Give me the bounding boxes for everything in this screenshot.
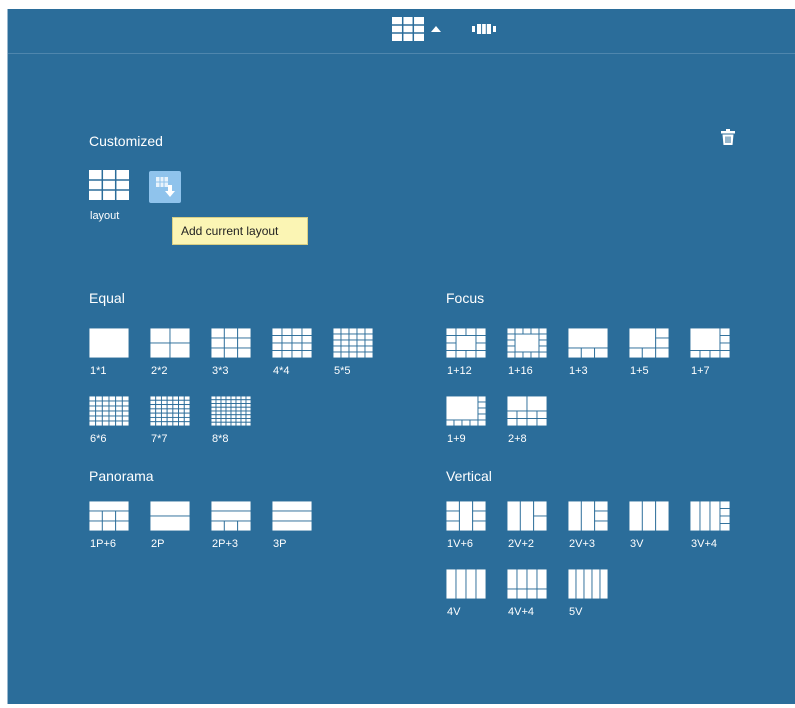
- layout-thumbnail-icon: [690, 328, 730, 358]
- layout-option-label: 5*5: [334, 365, 351, 377]
- layout-option-label: 2V+3: [569, 538, 595, 550]
- caret-up-icon[interactable]: [431, 25, 441, 33]
- layout-option-label: 3V+4: [691, 538, 717, 550]
- layout-option-label: 2+8: [508, 433, 527, 445]
- layout-option-focus-1-9[interactable]: 1+9: [446, 396, 494, 456]
- equal-title: Equal: [89, 290, 125, 306]
- trash-icon[interactable]: [721, 129, 735, 145]
- layout-option-focus-2-8[interactable]: 2+8: [507, 396, 555, 456]
- layout-thumbnail-icon: [211, 396, 251, 426]
- layout-thumbnail-icon: [89, 328, 129, 358]
- layout-option-label: 4V+4: [508, 606, 534, 618]
- layout-option-label: 2V+2: [508, 538, 534, 550]
- saved-layout-icon: [89, 170, 129, 200]
- layout-option-vertical-4v-4[interactable]: 4V+4: [507, 569, 555, 629]
- layout-option-equal-1-1[interactable]: 1*1: [89, 328, 137, 388]
- layout-option-label: 1+5: [630, 365, 649, 377]
- layout-thumbnail-icon: [568, 328, 608, 358]
- layout-option-focus-1-12[interactable]: 1+12: [446, 328, 494, 388]
- layout-option-focus-1-7[interactable]: 1+7: [690, 328, 738, 388]
- layout-option-label: 7*7: [151, 433, 168, 445]
- layout-option-label: 3V: [630, 538, 644, 550]
- layout-option-vertical-3v-4[interactable]: 3V+4: [690, 501, 738, 561]
- layout-thumbnail-icon: [446, 569, 486, 599]
- layout-option-vertical-5v[interactable]: 5V: [568, 569, 616, 629]
- layout-option-vertical-1v-6[interactable]: 1V+6: [446, 501, 494, 561]
- add-layout-button[interactable]: [149, 171, 181, 203]
- layout-thumbnail-icon: [568, 501, 608, 531]
- layout-option-label: 1+7: [691, 365, 710, 377]
- layout-thumbnail-icon: [629, 501, 669, 531]
- layout-option-focus-1-16[interactable]: 1+16: [507, 328, 555, 388]
- layout-option-vertical-3v[interactable]: 3V: [629, 501, 677, 561]
- layout-thumbnail-icon: [150, 328, 190, 358]
- layout-option-panorama-2p-3[interactable]: 2P+3: [211, 501, 259, 561]
- layout-option-label: 2P: [151, 538, 165, 550]
- vertical-title: Vertical: [446, 468, 492, 484]
- layout-thumbnail-icon: [89, 396, 129, 426]
- layout-thumbnail-icon: [272, 501, 312, 531]
- layout-thumbnail-icon: [446, 328, 486, 358]
- layout-thumbnail-icon: [507, 501, 547, 531]
- layout-thumbnail-icon: [690, 501, 730, 531]
- layout-thumbnail-icon: [150, 396, 190, 426]
- layout-thumbnail-icon: [272, 328, 312, 358]
- add-layout-tooltip: Add current layout: [172, 217, 308, 245]
- layout-option-label: 1+16: [508, 365, 533, 377]
- layout-option-panorama-1p-6[interactable]: 1P+6: [89, 501, 137, 561]
- layout-thumbnail-icon: [89, 501, 129, 531]
- add-layout-icon: [156, 177, 175, 197]
- layout-option-label: 1+12: [447, 365, 472, 377]
- layout-option-label: 1+9: [447, 433, 466, 445]
- layout-option-focus-1-5[interactable]: 1+5: [629, 328, 677, 388]
- layout-option-label: 1+3: [569, 365, 588, 377]
- layout-option-equal-8-8[interactable]: 8*8: [211, 396, 259, 456]
- layout-option-label: 3P: [273, 538, 287, 550]
- layout-option-equal-2-2[interactable]: 2*2: [150, 328, 198, 388]
- layout-option-label: 1P+6: [90, 538, 116, 550]
- layout-option-vertical-2v-3[interactable]: 2V+3: [568, 501, 616, 561]
- film-patrol-icon[interactable]: [472, 23, 496, 35]
- layout-thumbnail-icon: [446, 501, 486, 531]
- layout-option-vertical-2v-2[interactable]: 2V+2: [507, 501, 555, 561]
- layout-option-label: 6*6: [90, 433, 107, 445]
- layout-option-panorama-2p[interactable]: 2P: [150, 501, 198, 561]
- customized-title: Customized: [89, 133, 163, 149]
- saved-layout-label: layout: [90, 210, 120, 222]
- layout-option-label: 2P+3: [212, 538, 238, 550]
- layout-option-equal-7-7[interactable]: 7*7: [150, 396, 198, 456]
- layout-option-equal-3-3[interactable]: 3*3: [211, 328, 259, 388]
- layout-thumbnail-icon: [507, 328, 547, 358]
- layout-option-label: 2*2: [151, 365, 168, 377]
- panorama-title: Panorama: [89, 468, 154, 484]
- layout-thumbnail-icon: [211, 328, 251, 358]
- layout-thumbnail-icon: [333, 328, 373, 358]
- layout-thumbnail-icon: [629, 328, 669, 358]
- layout-option-label: 1V+6: [447, 538, 473, 550]
- layout-option-panorama-3p[interactable]: 3P: [272, 501, 320, 561]
- layout-thumbnail-icon: [507, 569, 547, 599]
- top-toolbar: [8, 9, 795, 54]
- layout-option-focus-1-3[interactable]: 1+3: [568, 328, 616, 388]
- layout-thumbnail-icon: [211, 501, 251, 531]
- layout-option-label: 8*8: [212, 433, 229, 445]
- layout-thumbnail-icon: [507, 396, 547, 426]
- layout-option-label: 1*1: [90, 365, 107, 377]
- grid-layout-icon[interactable]: [392, 17, 424, 41]
- layout-option-label: 3*3: [212, 365, 229, 377]
- layout-option-equal-4-4[interactable]: 4*4: [272, 328, 320, 388]
- layout-thumbnail-icon: [150, 501, 190, 531]
- layout-option-equal-6-6[interactable]: 6*6: [89, 396, 137, 456]
- layout-option-equal-5-5[interactable]: 5*5: [333, 328, 381, 388]
- layout-thumbnail-icon: [568, 569, 608, 599]
- saved-layout-item[interactable]: layout: [89, 170, 137, 230]
- layout-option-label: 4V: [447, 606, 461, 618]
- layout-panel: Customized layout Add current layout Equ…: [7, 9, 795, 704]
- focus-title: Focus: [446, 290, 485, 306]
- layout-thumbnail-icon: [446, 396, 486, 426]
- layout-option-label: 4*4: [273, 365, 290, 377]
- layout-option-vertical-4v[interactable]: 4V: [446, 569, 494, 629]
- layout-option-label: 5V: [569, 606, 583, 618]
